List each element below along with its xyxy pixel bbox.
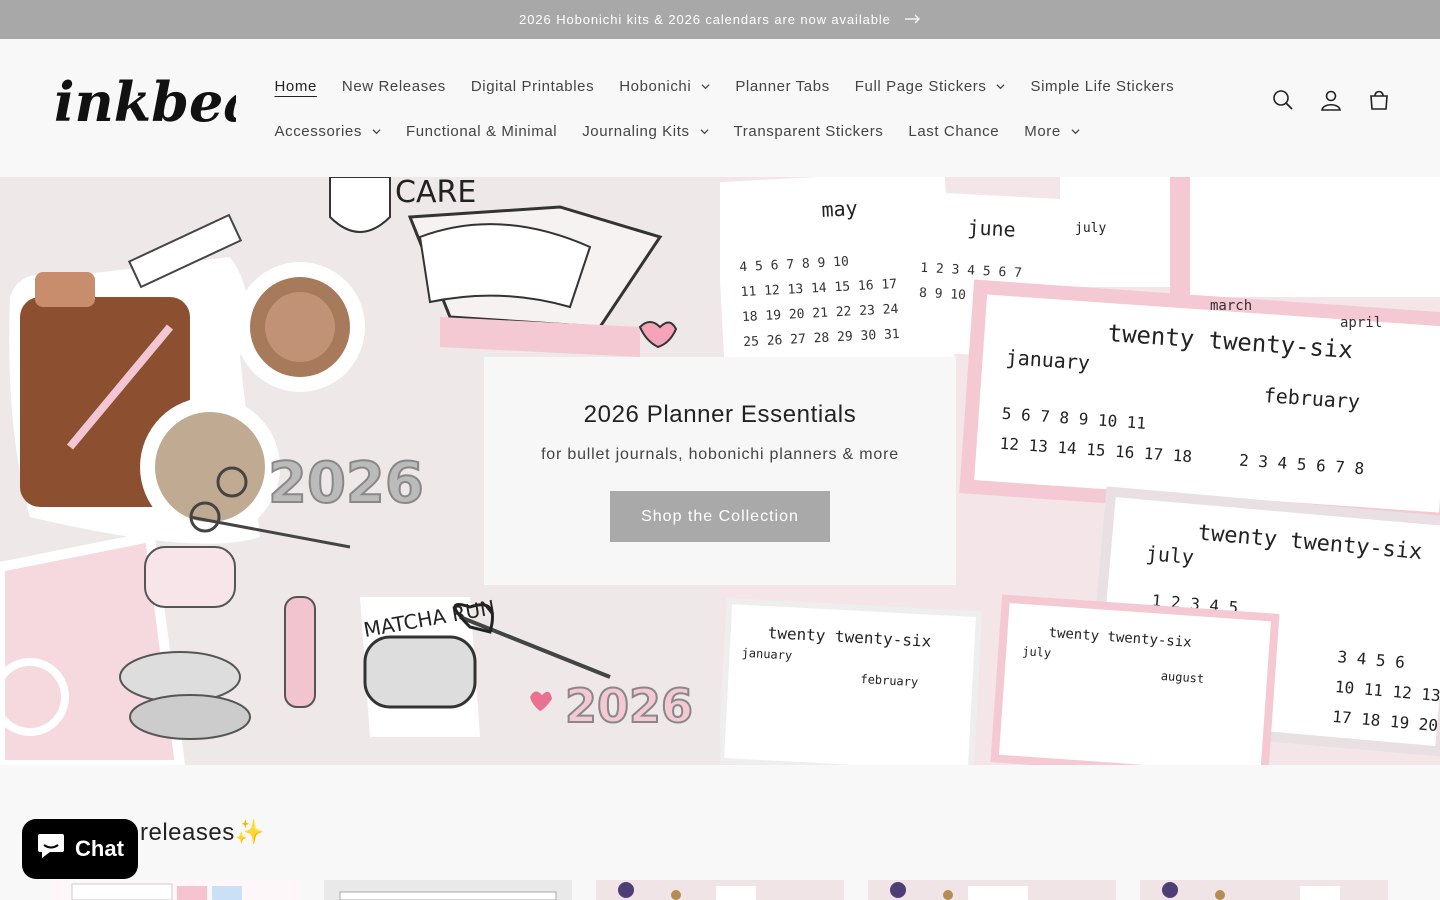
- nav-item-new-releases[interactable]: New Releases: [329, 78, 458, 95]
- sticker-text-care: CARE: [395, 177, 476, 210]
- nav-item-label: Accessories: [274, 123, 362, 140]
- nav-item-simple-life-stickers[interactable]: Simple Life Stickers: [1018, 78, 1187, 95]
- hero-subtitle: for bullet journals, hobonichi planners …: [541, 446, 899, 463]
- product-card[interactable]: [868, 880, 1116, 900]
- announcement-text: 2026 Hobonichi kits & 2026 calendars are…: [519, 12, 891, 27]
- product-card[interactable]: [324, 880, 572, 900]
- sparkle-icon: ✨: [234, 819, 266, 846]
- nav-item-label: Home: [274, 78, 317, 95]
- nav-item-label: Functional & Minimal: [405, 123, 558, 140]
- shop-collection-button[interactable]: Shop the Collection: [610, 491, 830, 542]
- nav-item-label: Digital Printables: [470, 78, 595, 95]
- nav-item-label: Last Chance: [908, 123, 1000, 140]
- nav-row-2: Accessories Functional & Minimal Journalin…: [262, 109, 1222, 154]
- chevron-down-icon: [362, 123, 381, 140]
- calendar-text-may: may: [821, 196, 858, 222]
- svg-text:8 9 10: 8 9 10: [919, 286, 967, 303]
- calendar-text-july-small: july: [1075, 221, 1106, 236]
- nav-item-label: Journaling Kits: [582, 123, 690, 140]
- chevron-down-icon: [691, 78, 710, 95]
- chat-button[interactable]: Chat: [22, 819, 138, 879]
- nav-item-more[interactable]: More: [1012, 123, 1093, 140]
- nav-item-label: Transparent Stickers: [733, 123, 884, 140]
- nav-item-label: More: [1024, 123, 1061, 140]
- new-releases-title: releases✨: [140, 818, 265, 847]
- sticker-text-2026-b: 2026: [565, 679, 693, 733]
- hero-text-box: 2026 Planner Essentials for bullet journ…: [484, 357, 956, 585]
- announcement-bar[interactable]: 2026 Hobonichi kits & 2026 calendars are…: [0, 0, 1440, 39]
- nav-item-accessories[interactable]: Accessories: [262, 123, 393, 140]
- arrow-right-icon: [904, 11, 921, 29]
- sticker-text-2026-a: 2026: [268, 451, 424, 516]
- chevron-down-icon: [690, 123, 709, 140]
- nav-item-home[interactable]: Home: [262, 78, 329, 95]
- nav-item-label: Simple Life Stickers: [1030, 78, 1175, 95]
- chevron-down-icon: [986, 78, 1006, 95]
- site-header: inkbea Home New Releases Digital Printable…: [0, 39, 1440, 177]
- nav-item-label: Hobonichi: [619, 78, 692, 95]
- hero-banner: CARE 2026 MATCHA RUN 2026 may 4 5 6 7 8 …: [0, 177, 1440, 765]
- calendar-text-april: april: [1340, 315, 1382, 331]
- main-nav: Home New Releases Digital Printables Hoboni…: [262, 64, 1222, 154]
- chat-bubble-icon: [36, 832, 66, 866]
- nav-item-journaling-kits[interactable]: Journaling Kits: [570, 123, 721, 140]
- product-card[interactable]: [1140, 880, 1388, 900]
- calendar-text-june: june: [967, 215, 1016, 241]
- cart-icon[interactable]: [1366, 87, 1392, 113]
- logo-text: inkbea: [54, 70, 236, 134]
- nav-item-planner-tabs[interactable]: Planner Tabs: [723, 78, 842, 95]
- hero-title: 2026 Planner Essentials: [583, 401, 857, 428]
- chat-label: Chat: [75, 836, 124, 861]
- svg-text:january: january: [741, 646, 792, 663]
- chevron-down-icon: [1061, 123, 1080, 140]
- nav-item-digital-printables[interactable]: Digital Printables: [458, 78, 606, 95]
- nav-item-label: New Releases: [341, 78, 446, 95]
- search-icon[interactable]: [1270, 87, 1296, 113]
- nav-item-hobonichi[interactable]: Hobonichi: [607, 78, 723, 95]
- new-releases-title-text: releases: [140, 819, 235, 846]
- header-icons: [1270, 87, 1392, 113]
- account-icon[interactable]: [1318, 87, 1344, 113]
- nav-item-label: Full Page Stickers: [854, 78, 987, 95]
- product-card[interactable]: [52, 880, 300, 900]
- nav-row-1: Home New Releases Digital Printables Hoboni…: [262, 64, 1222, 109]
- site-logo[interactable]: inkbea: [52, 69, 258, 139]
- product-card[interactable]: [596, 880, 844, 900]
- nav-item-transparent-stickers[interactable]: Transparent Stickers: [721, 123, 896, 140]
- svg-text:july: july: [1022, 644, 1052, 660]
- nav-item-last-chance[interactable]: Last Chance: [896, 123, 1012, 140]
- calendar-text-march: march: [1210, 298, 1252, 314]
- nav-item-functional-minimal[interactable]: Functional & Minimal: [393, 123, 569, 140]
- nav-item-label: Planner Tabs: [735, 78, 830, 95]
- svg-text:july: july: [1145, 541, 1195, 569]
- nav-item-full-page-stickers[interactable]: Full Page Stickers: [842, 78, 1018, 95]
